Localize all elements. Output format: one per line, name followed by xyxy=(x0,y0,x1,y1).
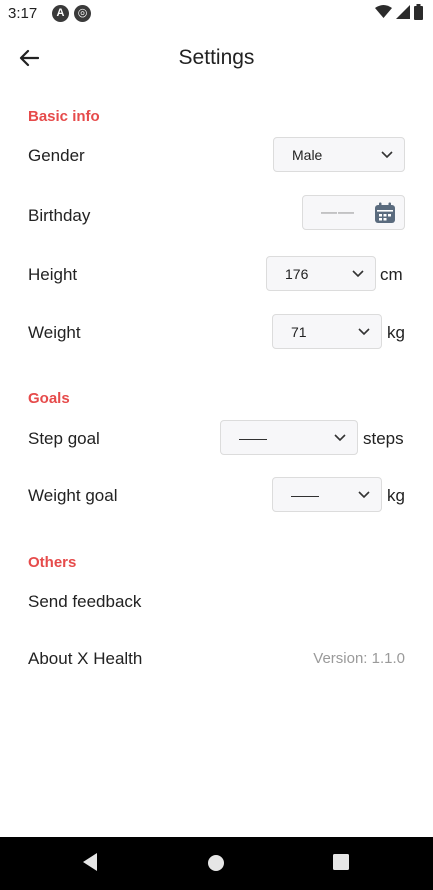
signal-icon xyxy=(396,5,410,19)
nav-recents-icon[interactable] xyxy=(333,854,349,870)
send-feedback-item[interactable]: Send feedback xyxy=(28,592,141,612)
birthday-label: Birthday xyxy=(28,206,91,225)
battery-icon xyxy=(414,4,423,20)
section-title-goals: Goals xyxy=(28,390,70,407)
nav-back-icon[interactable] xyxy=(81,852,99,872)
height-select[interactable]: 176 xyxy=(266,256,376,291)
weight-unit: kg xyxy=(387,323,405,342)
chevron-down-icon xyxy=(334,433,346,441)
section-title-others: Others xyxy=(28,554,77,571)
nav-home-icon[interactable] xyxy=(207,854,225,872)
weight-goal-value: —— xyxy=(291,486,319,503)
gender-value: Male xyxy=(292,146,323,163)
weight-goal-select[interactable]: —— xyxy=(272,477,382,512)
system-nav-bar xyxy=(0,837,433,890)
height-label: Height xyxy=(28,265,78,284)
step-goal-unit: steps xyxy=(363,429,404,448)
status-icons xyxy=(375,4,423,20)
birthday-value: —— xyxy=(321,203,355,221)
chevron-down-icon xyxy=(358,490,370,498)
step-goal-label: Step goal xyxy=(28,429,100,448)
app-a-icon: A xyxy=(52,5,69,22)
calendar-icon xyxy=(375,202,395,223)
weight-goal-label: Weight goal xyxy=(28,486,118,505)
weight-select[interactable]: 71 xyxy=(272,314,382,349)
step-goal-select[interactable]: —— xyxy=(220,420,358,455)
chevron-down-icon xyxy=(352,269,364,277)
section-title-basic-info: Basic info xyxy=(28,108,100,125)
status-time: 3:17 xyxy=(8,5,38,22)
weight-goal-unit: kg xyxy=(387,486,405,505)
height-value: 176 xyxy=(285,265,309,282)
chevron-down-icon xyxy=(381,150,393,158)
birthday-field[interactable]: —— xyxy=(302,195,405,230)
step-goal-value: —— xyxy=(239,429,267,446)
gender-label: Gender xyxy=(28,146,85,165)
about-item[interactable]: About X Health xyxy=(28,649,142,669)
weight-value: 71 xyxy=(291,323,307,340)
page-title: Settings xyxy=(178,46,255,69)
app-radar-icon: ◎ xyxy=(74,5,91,22)
version-text: Version: 1.1.0 xyxy=(313,650,405,667)
gender-select[interactable]: Male xyxy=(273,137,405,172)
chevron-down-icon xyxy=(358,327,370,335)
weight-label: Weight xyxy=(28,323,81,342)
wifi-icon xyxy=(375,5,392,18)
height-unit: cm xyxy=(380,265,403,284)
